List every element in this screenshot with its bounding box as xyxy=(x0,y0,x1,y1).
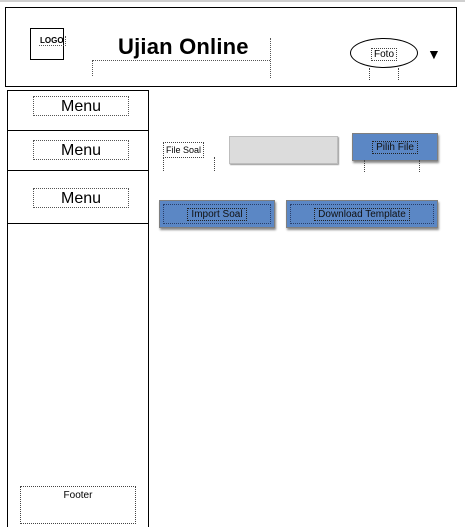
sidebar-item-label: Menu xyxy=(33,140,129,160)
top-border xyxy=(0,0,465,2)
import-soal-button-label: Import Soal xyxy=(187,208,247,221)
dropdown-caret-icon[interactable]: ▼ xyxy=(427,46,441,62)
button-guide xyxy=(364,160,420,172)
footer: Footer xyxy=(20,486,136,524)
profile-photo-label: Foto xyxy=(371,48,398,61)
title-guide xyxy=(270,38,271,78)
logo-text: LOGO xyxy=(39,36,66,46)
sidebar-item-label: Menu xyxy=(33,188,129,208)
download-template-button-label: Download Template xyxy=(314,208,410,221)
download-template-button[interactable]: Download Template xyxy=(286,200,438,228)
header: LOGO Ujian Online Foto ▼ xyxy=(5,7,457,87)
file-soal-label: File Soal xyxy=(163,142,205,158)
file-path-input[interactable] xyxy=(229,136,338,164)
sidebar-item-menu-2[interactable]: Menu xyxy=(8,131,148,171)
import-soal-button[interactable]: Import Soal xyxy=(159,200,275,228)
choose-file-button[interactable]: Pilih File xyxy=(352,133,438,161)
app-title: Ujian Online xyxy=(118,34,249,59)
profile-photo[interactable]: Foto xyxy=(350,38,418,68)
logo[interactable]: LOGO xyxy=(30,28,66,60)
label-guide xyxy=(163,157,215,171)
sidebar-divider xyxy=(8,223,148,224)
profile-guide xyxy=(369,68,399,80)
sidebar: Menu Menu Menu Footer xyxy=(7,90,149,527)
title-guide xyxy=(92,60,93,76)
sidebar-item-label: Menu xyxy=(33,96,129,116)
choose-file-button-label: Pilih File xyxy=(372,141,418,154)
title-guide xyxy=(92,60,270,61)
sidebar-item-menu-1[interactable]: Menu xyxy=(8,91,148,131)
